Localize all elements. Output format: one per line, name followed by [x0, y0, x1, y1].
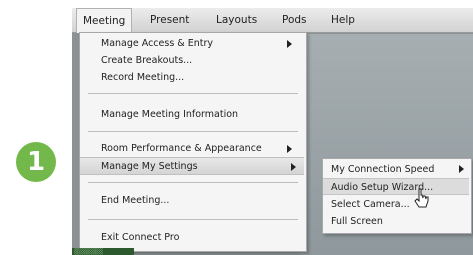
submenu-arrow-icon: [287, 145, 292, 153]
menu-item-label: Record Meeting...: [101, 72, 185, 83]
menu-item-label: Create Breakouts...: [101, 55, 193, 66]
menu-pods[interactable]: Pods: [276, 8, 313, 32]
settings-submenu: My Connection Speed Audio Setup Wizard..…: [322, 158, 472, 234]
menu-item-manage-meeting-info[interactable]: Manage Meeting Information: [88, 106, 298, 124]
menu-item-manage-my-settings[interactable]: Manage My Settings: [80, 157, 304, 175]
menu-separator: [88, 182, 298, 183]
submenu-arrow-icon: [291, 163, 296, 171]
submenu-item-label: Full Screen: [331, 216, 383, 227]
menu-item-label: Manage My Settings: [101, 161, 198, 172]
menu-present[interactable]: Present: [144, 8, 195, 32]
submenu-item-full-screen[interactable]: Full Screen: [323, 213, 469, 230]
menu-item-label: Manage Meeting Information: [101, 109, 239, 120]
menu-item-label: Manage Access & Entry: [101, 38, 214, 49]
menu-item-label: Exit Connect Pro: [101, 232, 180, 243]
menu-item-create-breakouts[interactable]: Create Breakouts...: [88, 52, 298, 70]
menu-layouts[interactable]: Layouts: [210, 8, 263, 32]
menu-item-exit-connect-pro[interactable]: Exit Connect Pro: [88, 229, 298, 247]
menu-separator: [88, 131, 298, 132]
submenu-arrow-icon: [287, 40, 292, 48]
submenu-item-audio-setup-wizard[interactable]: Audio Setup Wizard...: [323, 178, 469, 195]
submenu-item-select-camera[interactable]: Select Camera...: [323, 196, 469, 213]
menu-separator: [88, 93, 298, 94]
menu-bar: Meeting Present Layouts Pods Help: [72, 8, 473, 33]
menu-item-manage-access[interactable]: Manage Access & Entry: [88, 35, 298, 53]
submenu-item-label: Select Camera...: [331, 199, 410, 210]
mouse-pointer-icon: [414, 188, 429, 208]
menu-meeting[interactable]: Meeting: [76, 8, 133, 33]
menu-help[interactable]: Help: [325, 8, 361, 32]
menu-separator: [88, 219, 298, 220]
menu-item-label: End Meeting...: [101, 195, 170, 206]
menu-item-room-performance[interactable]: Room Performance & Appearance: [88, 140, 298, 158]
submenu-item-label: My Connection Speed: [331, 164, 435, 175]
menu-item-record-meeting[interactable]: Record Meeting...: [88, 69, 298, 87]
menu-item-label: Room Performance & Appearance: [101, 143, 262, 154]
submenu-arrow-icon: [459, 165, 464, 173]
step-number-badge: 1: [16, 142, 56, 182]
menu-item-end-meeting[interactable]: End Meeting...: [88, 192, 298, 210]
meeting-dropdown-menu: Manage Access & Entry Create Breakouts..…: [79, 32, 307, 252]
submenu-item-connection-speed[interactable]: My Connection Speed: [323, 161, 469, 178]
status-strip: ░░░░░░░░: [72, 248, 134, 255]
